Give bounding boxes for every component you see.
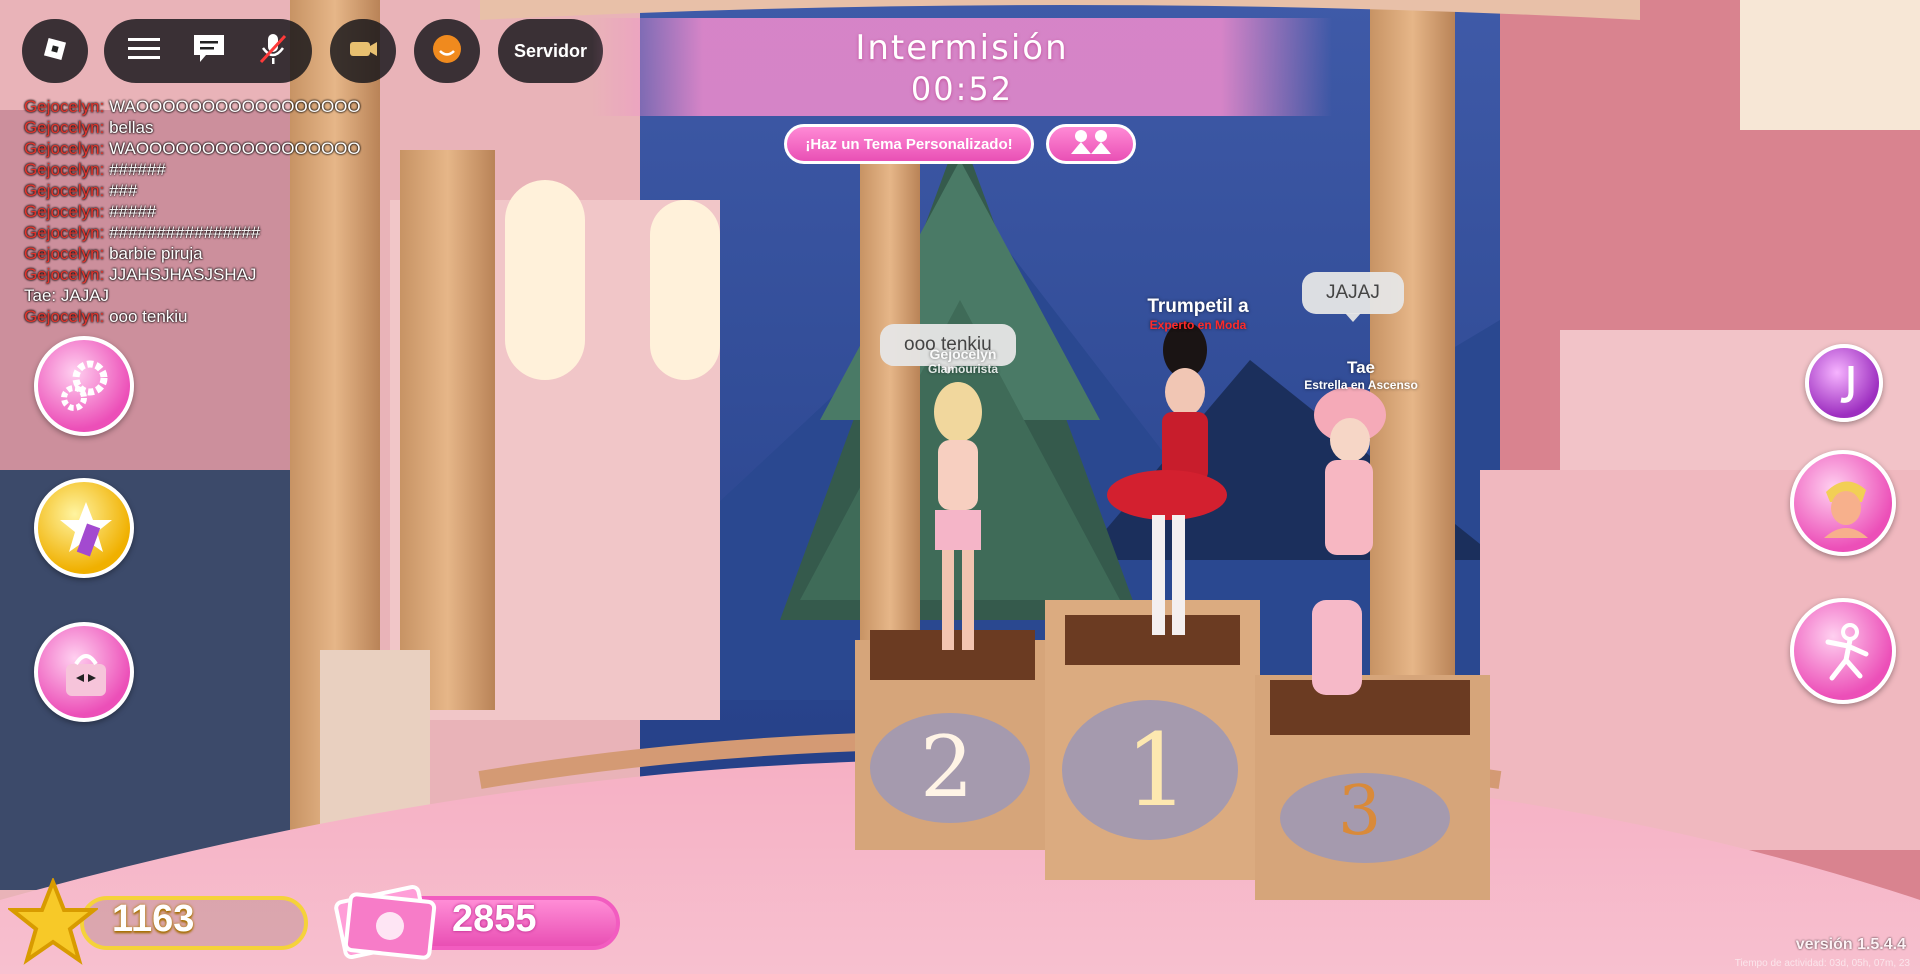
server-button[interactable]: Servidor xyxy=(498,19,603,83)
chat-message: Gejocelyn: WAOOOOOOOOOOOOOOOOO xyxy=(24,138,404,159)
player-title: Experto en Moda xyxy=(1149,318,1247,332)
chat-icon[interactable] xyxy=(192,33,226,69)
intermission-timer: 00:52 xyxy=(910,70,1014,108)
chat-text: ooo tenkiu xyxy=(109,307,188,326)
profile-button[interactable] xyxy=(1805,344,1883,422)
version-label: versión 1.5.4.4 xyxy=(1795,936,1906,953)
intermission-banner: Intermisión 00:52 xyxy=(592,18,1332,116)
camera-button[interactable] xyxy=(330,19,396,83)
chat-sender: Gejocelyn: xyxy=(24,202,105,221)
chat-sender: Gejocelyn: xyxy=(24,160,105,179)
intermission-title: Intermisión xyxy=(855,28,1069,68)
custom-theme-button[interactable]: ¡Haz un Tema Personalizado! xyxy=(784,124,1034,164)
chat-text: ################ xyxy=(109,223,261,242)
podium-number-second: 2 xyxy=(920,718,974,816)
player-title: Glamourista xyxy=(927,362,999,376)
settings-icon xyxy=(52,354,116,422)
chat-message: Gejocelyn: ### xyxy=(24,180,404,201)
player-name: Tae xyxy=(1346,358,1376,377)
chat-sender: Gejocelyn: xyxy=(24,97,105,116)
chat-text: bellas xyxy=(109,118,154,137)
money-icon xyxy=(330,876,438,968)
chat-text: JJAHSJHASJSHAJ xyxy=(109,265,257,284)
stars-value: 1163 xyxy=(112,898,195,940)
shop-icon xyxy=(56,644,116,708)
star-icon xyxy=(6,876,100,968)
chat-sender: Gejocelyn: xyxy=(24,223,105,242)
shop-button[interactable] xyxy=(34,622,134,722)
chat-text: WAOOOOOOOOOOOOOOOOO xyxy=(109,139,361,158)
vote-icon xyxy=(1061,128,1121,160)
chat-message: Gejocelyn: ###### xyxy=(24,159,404,180)
chat-message: Gejocelyn: bellas xyxy=(24,117,404,138)
menu-icon[interactable] xyxy=(128,36,160,66)
settings-button[interactable] xyxy=(34,336,134,436)
roblox-toolbar xyxy=(104,19,312,83)
custom-theme-label: ¡Haz un Tema Personalizado! xyxy=(805,135,1013,153)
camera-icon xyxy=(348,38,378,64)
chat-message: Gejocelyn: WAOOOOOOOOOOOOOOOOO xyxy=(24,96,404,117)
chat-log: Gejocelyn: WAOOOOOOOOOOOOOOOOO Gejocelyn… xyxy=(24,96,404,327)
chat-sender: Gejocelyn: xyxy=(24,139,105,158)
speech-bubble-text: JAJAJ xyxy=(1326,282,1380,303)
nametag-third: Tae Estrella en Ascenso xyxy=(1296,358,1426,392)
chat-sender: Gejocelyn: xyxy=(24,181,105,200)
chat-message: Gejocelyn: ooo tenkiu xyxy=(24,306,404,327)
chat-sender: Gejocelyn: xyxy=(24,307,105,326)
money-value: 2855 xyxy=(452,898,537,940)
roblox-logo-icon xyxy=(40,34,70,68)
activity-label: Tiempo de actividad: 03d, 05h, 07m, 23 xyxy=(1734,958,1910,969)
mic-muted-icon[interactable] xyxy=(258,32,288,70)
chat-sender: Gejocelyn: xyxy=(24,265,105,284)
chat-text: JAJAJ xyxy=(60,286,110,305)
podium-number-first: 1 xyxy=(1125,712,1189,829)
speech-bubble: JAJAJ xyxy=(1302,272,1404,322)
chat-message: Gejocelyn: barbie piruja xyxy=(24,243,404,264)
chat-text: WAOOOOOOOOOOOOOOOOO xyxy=(109,97,361,116)
pose-icon xyxy=(1816,620,1876,690)
emote-icon xyxy=(430,32,464,70)
server-label: Servidor xyxy=(513,40,588,61)
chat-message: Gejocelyn: ##### xyxy=(24,201,404,222)
roblox-menu-button[interactable] xyxy=(22,19,88,83)
pose-button[interactable] xyxy=(1790,598,1896,704)
chat-message: Gejocelyn: ################ xyxy=(24,222,404,243)
chat-sender: Gejocelyn: xyxy=(24,244,105,263)
emote-button[interactable] xyxy=(414,19,480,83)
styles-button[interactable] xyxy=(34,478,134,578)
chat-text: ### xyxy=(109,181,138,200)
nametag-second: Gejocelyn Glamourista xyxy=(908,346,1018,376)
chat-sender: Tae: xyxy=(24,286,57,305)
styles-icon xyxy=(56,498,116,562)
chat-text: ##### xyxy=(109,202,157,221)
avatar-icon xyxy=(1816,472,1876,542)
player-name: Trumpetil a xyxy=(1147,296,1249,317)
chat-text: barbie piruja xyxy=(109,244,203,263)
player-title: Estrella en Ascenso xyxy=(1304,378,1418,392)
vote-button[interactable] xyxy=(1046,124,1136,164)
avatar-button[interactable] xyxy=(1790,450,1896,556)
nametag-first: Trumpetil a Experto en Moda xyxy=(1128,296,1268,332)
chat-message: Tae: JAJAJ xyxy=(24,285,404,306)
chat-text: ###### xyxy=(109,160,166,179)
chat-sender: Gejocelyn: xyxy=(24,118,105,137)
profile-icon xyxy=(1831,362,1861,410)
chat-message: Gejocelyn: JJAHSJHASJSHAJ xyxy=(24,264,404,285)
player-name: Gejocelyn xyxy=(929,346,997,362)
podium-number-third: 3 xyxy=(1338,772,1382,851)
